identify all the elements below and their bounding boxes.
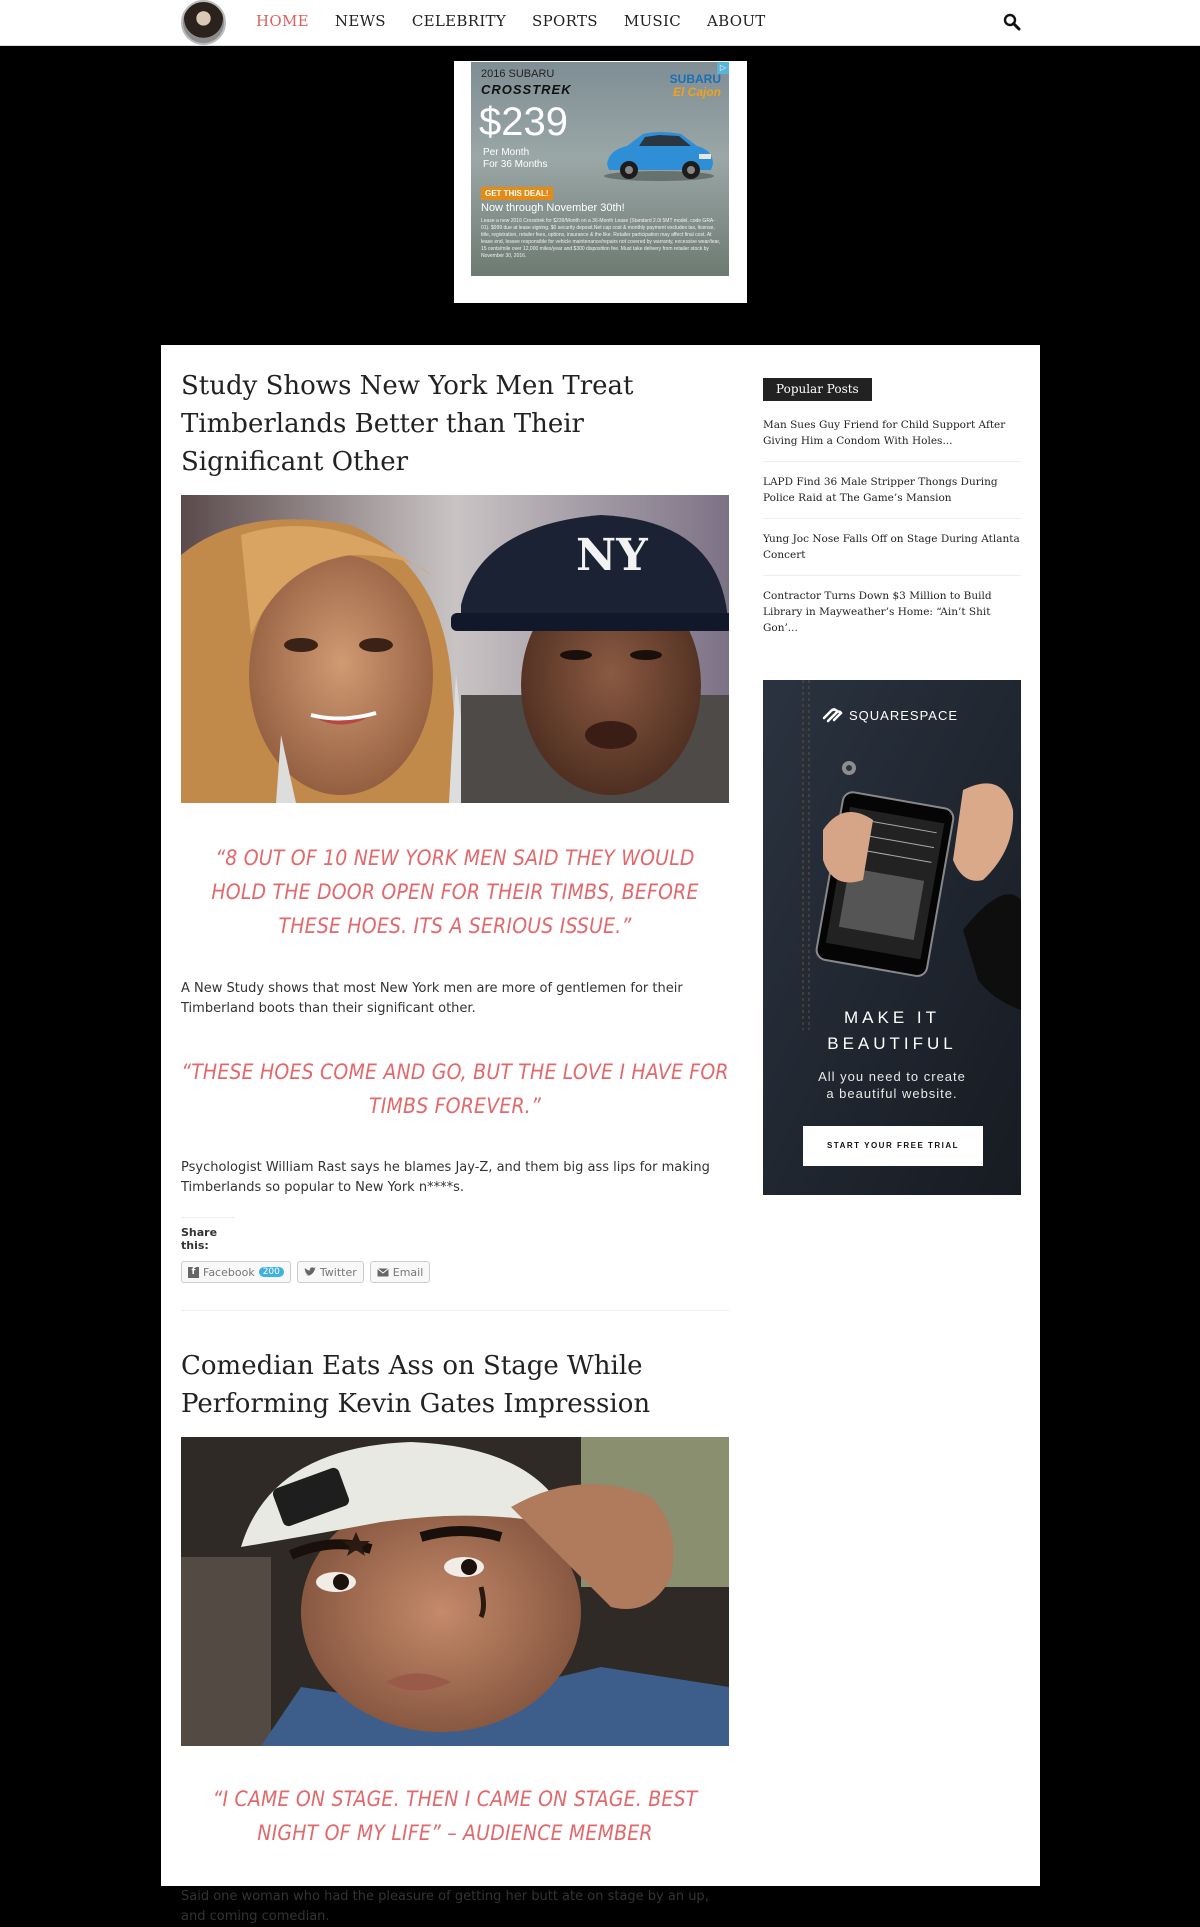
ad-model: CROSSTREK <box>481 82 572 97</box>
nav-sports[interactable]: SPORTS <box>532 12 598 30</box>
ad-artwork <box>763 680 1021 1195</box>
share-facebook-label: Facebook <box>203 1265 255 1279</box>
share-buttons: f Facebook 200 Twitter Email <box>181 1261 729 1283</box>
nav-home[interactable]: HOME <box>256 12 309 30</box>
content-area: Study Shows New York Men Treat Timberlan… <box>161 345 1040 1924</box>
ad-cta-button[interactable]: GET THIS DEAL! <box>481 187 553 200</box>
ad-headline-line1: MAKE IT <box>843 1008 940 1027</box>
post-column: Study Shows New York Men Treat Timberlan… <box>181 367 729 1927</box>
post-image-art <box>181 1437 729 1746</box>
post-image[interactable]: NY <box>181 495 729 803</box>
ad-per-month: Per Month <box>483 147 530 158</box>
share-twitter-button[interactable]: Twitter <box>296 1261 364 1283</box>
nav-about[interactable]: ABOUT <box>707 12 766 30</box>
ad-through: Now through November 30th! <box>481 202 625 214</box>
ad-subheadline: All you need to create a beautiful websi… <box>763 1068 1021 1102</box>
pull-quote: “THESE HOES COME AND GO, BUT THE LOVE I … <box>181 1060 729 1118</box>
ad-dealer: El Cajon <box>672 85 721 99</box>
subaru-ad[interactable]: ▷ 2016 SUBARU CROSSTREK SUBARU El Cajon … <box>471 62 729 276</box>
post-image[interactable] <box>181 1437 729 1746</box>
email-icon <box>376 1267 389 1276</box>
ad-sub-line2: a beautiful website. <box>826 1086 958 1101</box>
ad-brand: SQUARESPACE <box>849 707 959 723</box>
main-nav: HOME NEWS CELEBRITY SPORTS MUSIC ABOUT <box>256 12 792 30</box>
car-image <box>604 132 714 181</box>
post-image-art: NY <box>181 495 729 803</box>
ad-headline: MAKE IT BEAUTIFUL <box>763 1005 1021 1057</box>
pull-quote: “I CAME ON STAGE. THEN I CAME ON STAGE. … <box>212 1787 698 1845</box>
share-section: Share this: f Facebook 200 Twitter Email <box>181 1217 729 1283</box>
post-title[interactable]: Study Shows New York Men Treat Timberlan… <box>181 367 729 481</box>
post: Comedian Eats Ass on Stage While Perform… <box>181 1347 729 1927</box>
facebook-icon: f <box>188 1266 199 1278</box>
ad-sub-line1: All you need to create <box>818 1069 966 1084</box>
nav-music[interactable]: MUSIC <box>624 12 681 30</box>
share-email-button[interactable]: Email <box>369 1261 431 1283</box>
squarespace-logo-icon <box>822 708 843 723</box>
sidebar: Popular Posts Man Sues Guy Friend for Ch… <box>763 378 1021 1195</box>
post-paragraph: A New Study shows that most New York men… <box>181 981 683 1016</box>
ad-fine-print: Lease a new 2016 Crosstrek for $239/Mont… <box>481 218 721 259</box>
share-count-badge: 200 <box>258 1267 284 1277</box>
share-twitter-label: Twitter <box>319 1265 357 1279</box>
ad-price-terms: Per Month For 36 Months <box>483 147 563 171</box>
ad-brand: SUBARU El Cajon <box>670 73 721 99</box>
post: Study Shows New York Men Treat Timberlan… <box>181 367 729 1311</box>
ad-year-make: 2016 SUBARU <box>481 68 555 80</box>
post-paragraph: Said one woman who had the pleasure of g… <box>181 1889 709 1924</box>
popular-post-link[interactable]: Man Sues Guy Friend for Child Support Af… <box>763 417 1021 462</box>
squarespace-logo: SQUARESPACE <box>821 706 958 724</box>
post-title[interactable]: Comedian Eats Ass on Stage While Perform… <box>181 1347 729 1423</box>
ad-price: $239 <box>479 100 568 144</box>
share-email-label: Email <box>392 1265 424 1279</box>
svg-text:NY: NY <box>576 530 648 581</box>
popular-post-link[interactable]: LAPD Find 36 Male Stripper Thongs During… <box>763 474 1021 519</box>
popular-post-link[interactable]: Yung Joc Nose Falls Off on Stage During … <box>763 531 1021 576</box>
search-icon[interactable] <box>1003 13 1021 31</box>
top-navbar: HOME NEWS CELEBRITY SPORTS MUSIC ABOUT <box>0 0 1200 46</box>
nav-celebrity[interactable]: CELEBRITY <box>412 12 506 30</box>
ad-term: For 36 Months <box>483 159 548 170</box>
nav-news[interactable]: NEWS <box>335 12 386 30</box>
squarespace-ad[interactable]: ▷ <box>763 680 1021 1195</box>
share-facebook-button[interactable]: f Facebook 200 <box>181 1261 291 1283</box>
site-logo[interactable] <box>181 0 226 45</box>
post-paragraph: Psychologist William Rast says he blames… <box>181 1160 710 1195</box>
ad-headline-line2: BEAUTIFUL <box>827 1034 957 1053</box>
pull-quote: “8 OUT OF 10 NEW YORK MEN SAID THEY WOUL… <box>211 846 699 938</box>
popular-posts-list: Man Sues Guy Friend for Child Support Af… <box>763 417 1021 648</box>
popular-post-link[interactable]: Contractor Turns Down $3 Million to Buil… <box>763 588 1021 648</box>
top-banner-ad[interactable]: ▷ 2016 SUBARU CROSSTREK SUBARU El Cajon … <box>454 61 747 303</box>
twitter-icon <box>303 1267 316 1276</box>
popular-posts-heading: Popular Posts <box>763 378 872 401</box>
post-divider <box>181 1310 729 1311</box>
share-label: Share this: <box>181 1217 235 1252</box>
start-free-trial-button[interactable]: START YOUR FREE TRIAL <box>803 1126 983 1166</box>
